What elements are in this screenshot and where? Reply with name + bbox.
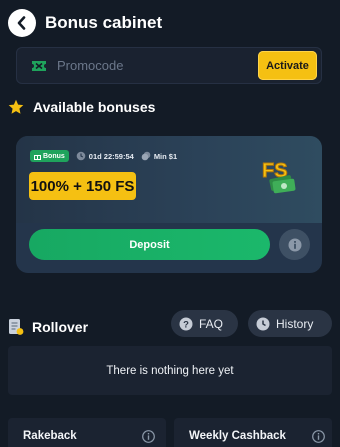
empty-state-text: There is nothing here yet [106, 364, 234, 377]
bonus-tags: Bonus 01d 22:59:54 Min $1 [30, 150, 177, 162]
coins-icon [141, 151, 151, 161]
question-icon: ? [179, 317, 193, 331]
bonus-card: Bonus 01d 22:59:54 Min $1 100% + 150 FS … [16, 136, 322, 273]
faq-button[interactable]: ? FAQ [171, 310, 238, 337]
bonus-min-deposit-text: Min $1 [153, 151, 178, 161]
svg-text:?: ? [183, 319, 189, 330]
deposit-button[interactable]: Deposit [29, 229, 270, 260]
document-icon [8, 318, 24, 336]
chevron-left-icon [16, 16, 28, 30]
info-icon [288, 238, 302, 252]
bonus-tag-label: Bonus [43, 152, 65, 160]
star-icon [8, 99, 24, 115]
bonus-amount: 100% + 150 FS [29, 172, 136, 200]
rakeback-card[interactable]: Rakeback [8, 418, 166, 447]
rollover-empty-state: There is nothing here yet [8, 346, 332, 395]
bonus-timer-text: 01d 22:59:54 [88, 151, 134, 161]
available-bonuses-title: Available bonuses [33, 99, 156, 115]
weekly-cashback-card[interactable]: Weekly Cashback [174, 418, 332, 447]
bonus-timer: 01d 22:59:54 [76, 151, 134, 161]
free-spins-icon: FS [260, 155, 304, 195]
back-button[interactable] [8, 9, 36, 37]
page-title: Bonus cabinet [45, 13, 163, 32]
rakeback-label: Rakeback [23, 430, 77, 442]
activate-button[interactable]: Activate [258, 51, 317, 80]
promocode-input[interactable] [57, 58, 227, 73]
faq-label: FAQ [199, 316, 224, 331]
header: Bonus cabinet [8, 8, 162, 38]
info-icon[interactable] [142, 430, 155, 443]
rollover-heading: Rollover [8, 318, 88, 336]
weekly-cashback-label: Weekly Cashback [189, 430, 286, 442]
promocode-bar: Activate [16, 47, 322, 84]
bonus-tag: Bonus [30, 150, 69, 162]
info-icon[interactable] [312, 430, 325, 443]
bonus-min-deposit: Min $1 [141, 151, 177, 161]
available-bonuses-heading: Available bonuses [8, 99, 155, 115]
history-label: History [276, 316, 314, 331]
gift-icon [34, 153, 41, 160]
rollover-title: Rollover [32, 319, 89, 335]
history-button[interactable]: History [248, 310, 332, 337]
ticket-icon [31, 59, 47, 73]
clock-icon [256, 317, 270, 331]
clock-icon [76, 151, 86, 161]
bonus-info-button[interactable] [279, 229, 310, 260]
